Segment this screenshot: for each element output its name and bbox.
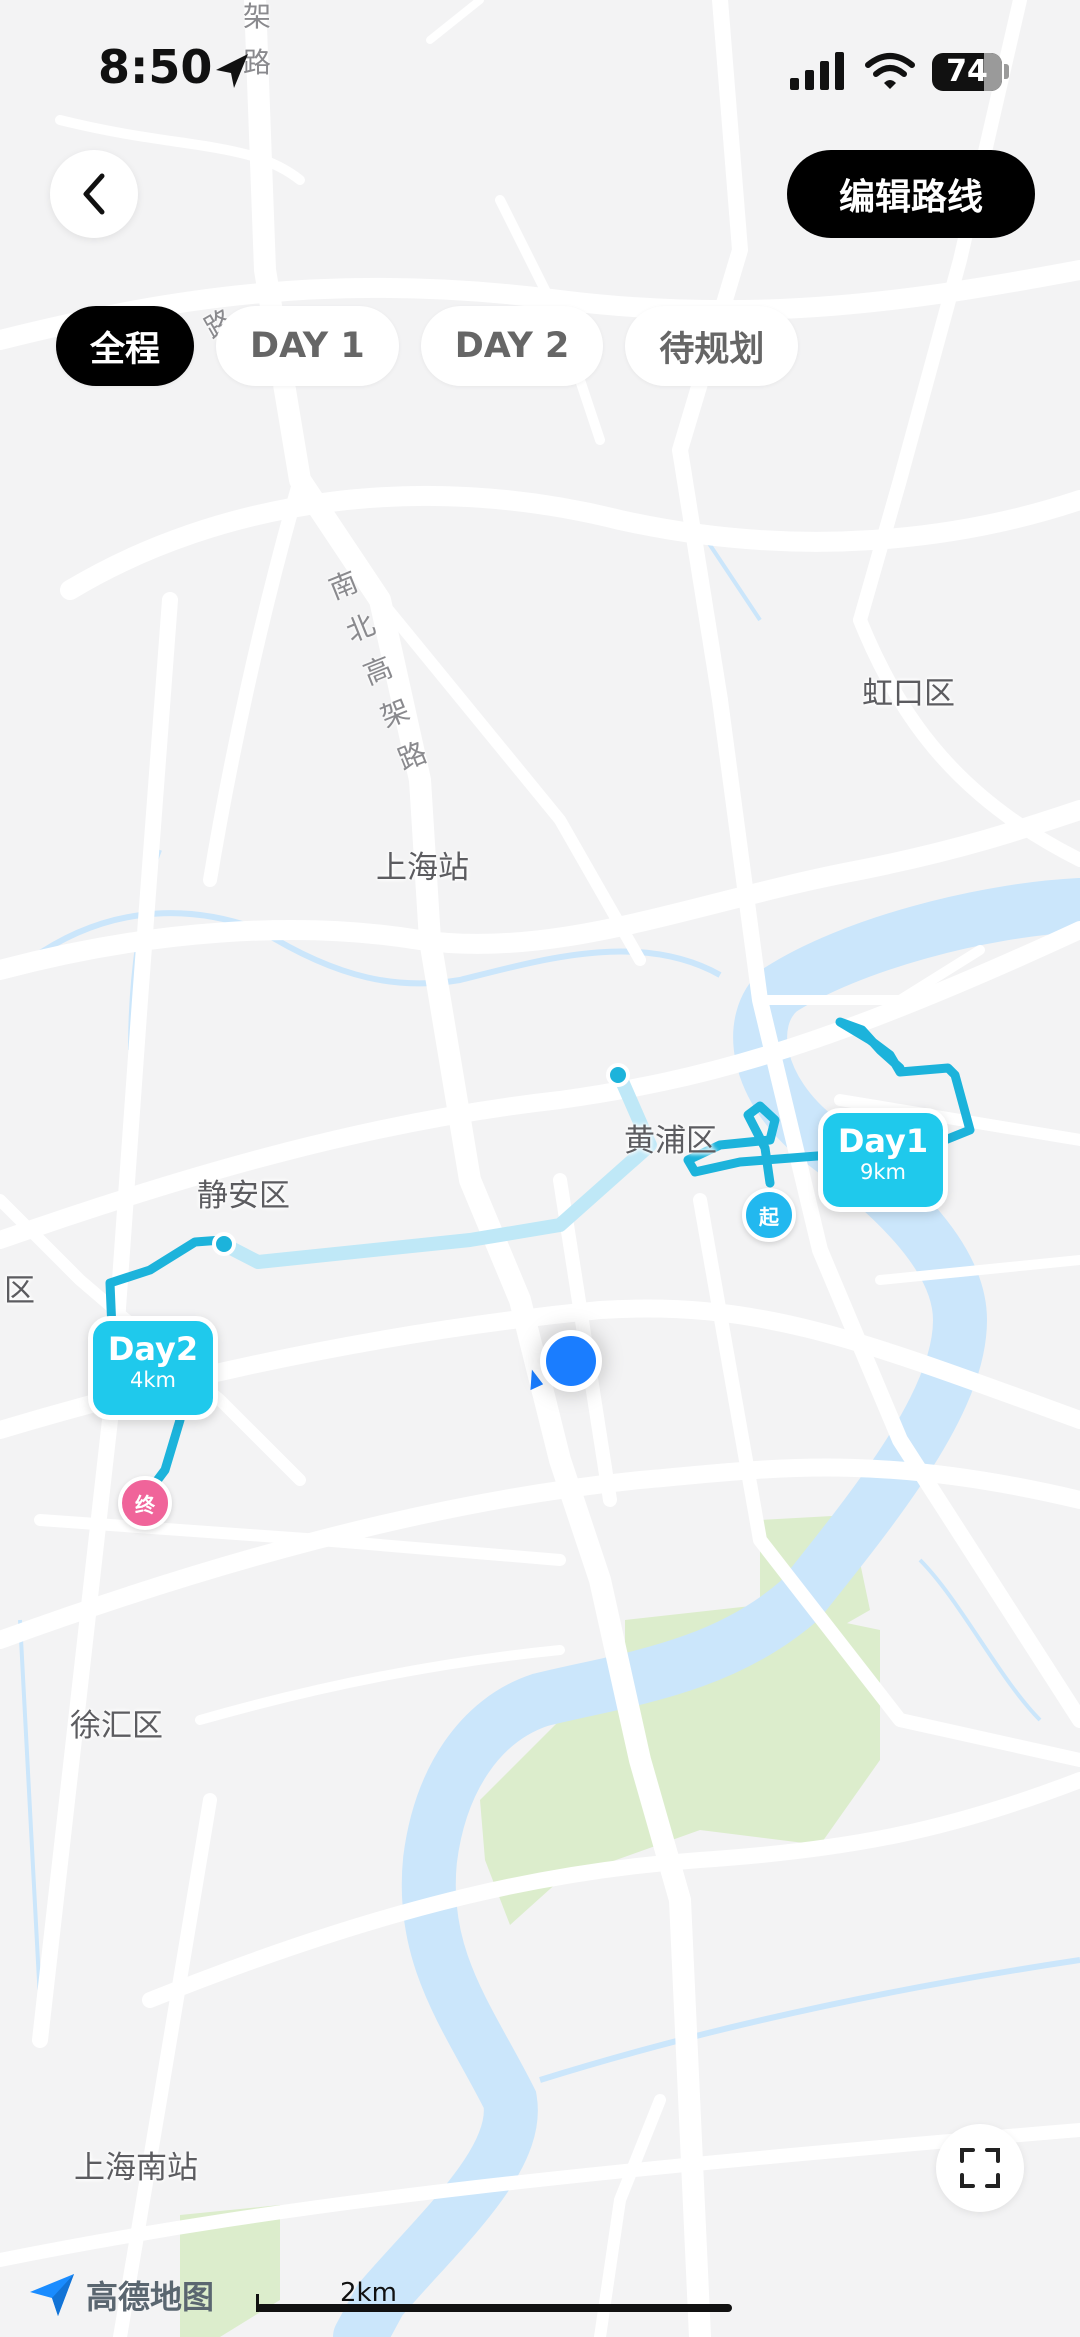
scale-bar [256, 2294, 732, 2312]
tab-day-1[interactable]: DAY 1 [216, 306, 399, 386]
start-marker[interactable]: 起 [742, 1188, 796, 1242]
location-arrow-icon [216, 54, 248, 88]
fullscreen-icon [960, 2148, 1000, 2188]
edit-route-button[interactable]: 编辑路线 [787, 150, 1035, 238]
cellular-signal-icon [790, 52, 844, 90]
district-label-huangpu: 黄浦区 [624, 1123, 717, 1159]
map-provider-name: 高德地图 [86, 2278, 215, 2316]
day1-label: Day1 [837, 1122, 929, 1160]
day2-distance: 4km [130, 1368, 176, 1392]
tab-to-plan[interactable]: 待规划 [625, 306, 799, 386]
tab-day-2[interactable]: DAY 2 [420, 306, 604, 386]
map-provider-logo: 高德地图 [28, 2270, 214, 2320]
end-marker[interactable]: 终 [118, 1476, 172, 1530]
day1-route-marker[interactable]: Day1 9km [818, 1108, 948, 1212]
day1-distance: 9km [860, 1160, 906, 1184]
battery-indicator: 74 [932, 53, 1002, 91]
waypoint-dot [606, 1063, 630, 1087]
tab-all[interactable]: 全程 [56, 306, 195, 386]
district-label-xuhui: 徐汇区 [70, 1708, 163, 1744]
day-tabs: 全程 DAY 1 DAY 2 待规划 [56, 306, 799, 386]
day2-route-marker[interactable]: Day2 4km [88, 1316, 218, 1420]
district-label-edge: 区 [4, 1273, 35, 1309]
waypoint-dot [212, 1232, 236, 1256]
back-button[interactable] [50, 150, 138, 238]
wifi-icon [865, 53, 915, 89]
district-label-hongkou: 虹口区 [862, 676, 955, 712]
chevron-left-icon [83, 173, 105, 215]
day2-label: Day2 [107, 1330, 199, 1368]
current-location-dot [540, 1330, 602, 1392]
amap-logo-icon [30, 2274, 74, 2316]
station-label-shanghai: 上海站 [376, 850, 469, 886]
status-bar: 8:50 74 [0, 0, 1080, 140]
status-time: 8:50 [98, 40, 213, 94]
district-label-jingan: 静安区 [197, 1178, 290, 1214]
battery-cap [1004, 64, 1009, 79]
fullscreen-button[interactable] [936, 2124, 1024, 2212]
station-label-shanghai-south: 上海南站 [74, 2150, 198, 2186]
battery-level: 74 [946, 54, 988, 89]
